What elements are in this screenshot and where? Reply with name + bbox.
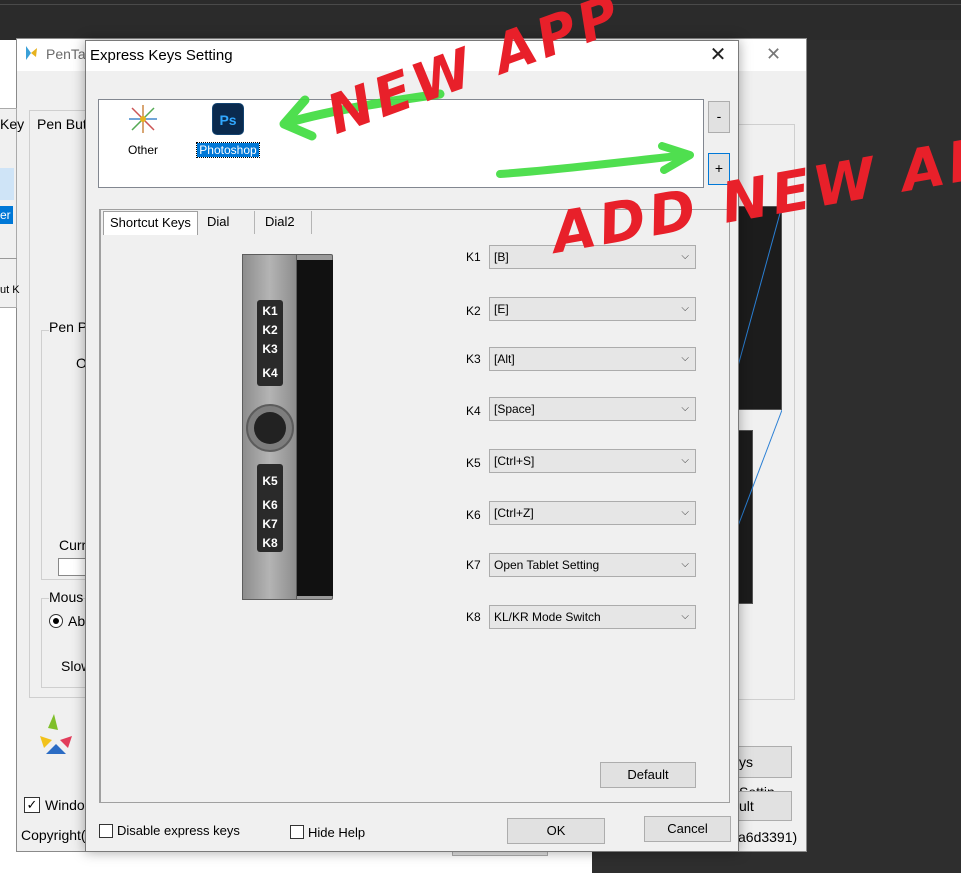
k7-value: Open Tablet Setting [494,558,600,572]
k3-value: [Alt] [494,352,515,366]
tablet-key-k2: K2 [262,323,278,337]
pentablet-title: PenTa [46,46,86,62]
disable-express-keys-label: Disable express keys [117,823,240,838]
tablet-key-k7: K7 [262,517,278,531]
current-label: Curr [59,537,87,553]
ok-button[interactable]: OK [507,818,605,844]
k2-label: K2 [466,304,481,318]
pen-pressure-label: Pen P [49,319,88,335]
tablet-key-k3: K3 [262,342,278,356]
selected-label-strip: er [0,206,13,224]
app-item-photoshop[interactable]: Ps Photoshop [196,103,260,158]
tab-shortcut-keys[interactable]: Shortcut Keys [103,211,198,235]
tab-dial[interactable]: Dial [201,211,255,234]
app-label-other: Other [127,143,158,157]
tablet-key-k1: K1 [262,304,278,318]
k1-value: [B] [494,250,509,264]
chevron-down-icon: ⌵ [681,251,689,262]
express-keys-setting-button[interactable]: ys Settin [738,746,792,800]
keys-label: Key [0,116,25,132]
desktop-top-bar [0,0,961,40]
k8-label: K8 [466,610,481,624]
tablet-key-k5: K5 [262,474,278,488]
tablet-key-k6: K6 [262,498,278,512]
chevron-down-icon: ⌵ [681,611,689,622]
tab-icon-strip [0,168,14,200]
current-field[interactable] [58,558,86,576]
k7-label: K7 [466,558,481,572]
mouse-label: Mous [49,589,84,605]
k5-label: K5 [466,456,481,470]
chevron-down-icon: ⌵ [681,403,689,414]
k2-value: [E] [494,302,509,316]
tablet-key-k8: K8 [262,536,278,550]
hide-help-checkbox[interactable] [290,825,304,839]
k8-value: KL/KR Mode Switch [494,610,601,624]
app-label-photoshop: Photoshop [196,142,260,158]
chevron-down-icon: ⌵ [681,507,689,518]
chevron-down-icon: ⌵ [681,559,689,570]
k4-select[interactable]: [Space] ⌵ [489,397,696,421]
cancel-button[interactable]: Cancel [644,816,731,842]
k1-select[interactable]: [B] ⌵ [489,245,696,269]
background-default-button[interactable]: ult [738,791,792,821]
absolute-label: Ab [68,613,86,629]
hide-help-label: Hide Help [308,825,366,840]
version-text: a6d3391) [738,829,798,845]
k5-value: [Ctrl+S] [494,454,535,468]
dialog-close-icon[interactable]: ✕ [706,42,730,68]
remove-app-button[interactable]: - [708,101,730,133]
brand-logo-icon [40,714,72,754]
k4-label: K4 [466,404,481,418]
chevron-down-icon: ⌵ [681,303,689,314]
windows-checkbox-label: Windo [45,797,85,813]
tab-dial2[interactable]: Dial2 [259,211,312,234]
app-list [98,99,704,188]
copyright-label: Copyright( [21,827,86,843]
k4-value: [Space] [494,402,535,416]
k1-label: K1 [466,250,481,264]
tablet-key-k4: K4 [262,366,278,380]
background-button-edge [452,852,548,856]
other-app-icon [129,105,157,133]
pen-buttons-label: Pen But [37,116,87,132]
absolute-radio[interactable] [49,614,63,628]
divider [0,258,17,259]
k8-select[interactable]: KL/KR Mode Switch ⌵ [489,605,696,629]
k5-select[interactable]: [Ctrl+S] ⌵ [489,449,696,473]
add-app-button[interactable]: + [708,153,730,185]
dialog-title: Express Keys Setting [90,47,233,64]
k3-label: K3 [466,352,481,366]
tablet-screen [297,260,333,596]
k6-select[interactable]: [Ctrl+Z] ⌵ [489,501,696,525]
k2-select[interactable]: [E] ⌵ [489,297,696,321]
default-button[interactable]: Default [600,762,696,788]
app-item-other[interactable]: Other [122,103,164,157]
k6-label: K6 [466,508,481,522]
mouse-frame [41,598,87,688]
ut-label: ut K [0,284,20,296]
mapping-lines [738,206,782,527]
pentablet-logo-icon [26,46,37,60]
tablet-dial-center [254,412,286,444]
windows-checkbox[interactable]: ✓ [24,797,40,813]
disable-express-keys-checkbox[interactable] [99,824,113,838]
k6-value: [Ctrl+Z] [494,506,534,520]
photoshop-icon: Ps [212,103,244,135]
pentablet-close-icon[interactable]: ✕ [766,44,781,65]
chevron-down-icon: ⌵ [681,455,689,466]
chevron-down-icon: ⌵ [681,353,689,364]
k3-select[interactable]: [Alt] ⌵ [489,347,696,371]
k7-select[interactable]: Open Tablet Setting ⌵ [489,553,696,577]
